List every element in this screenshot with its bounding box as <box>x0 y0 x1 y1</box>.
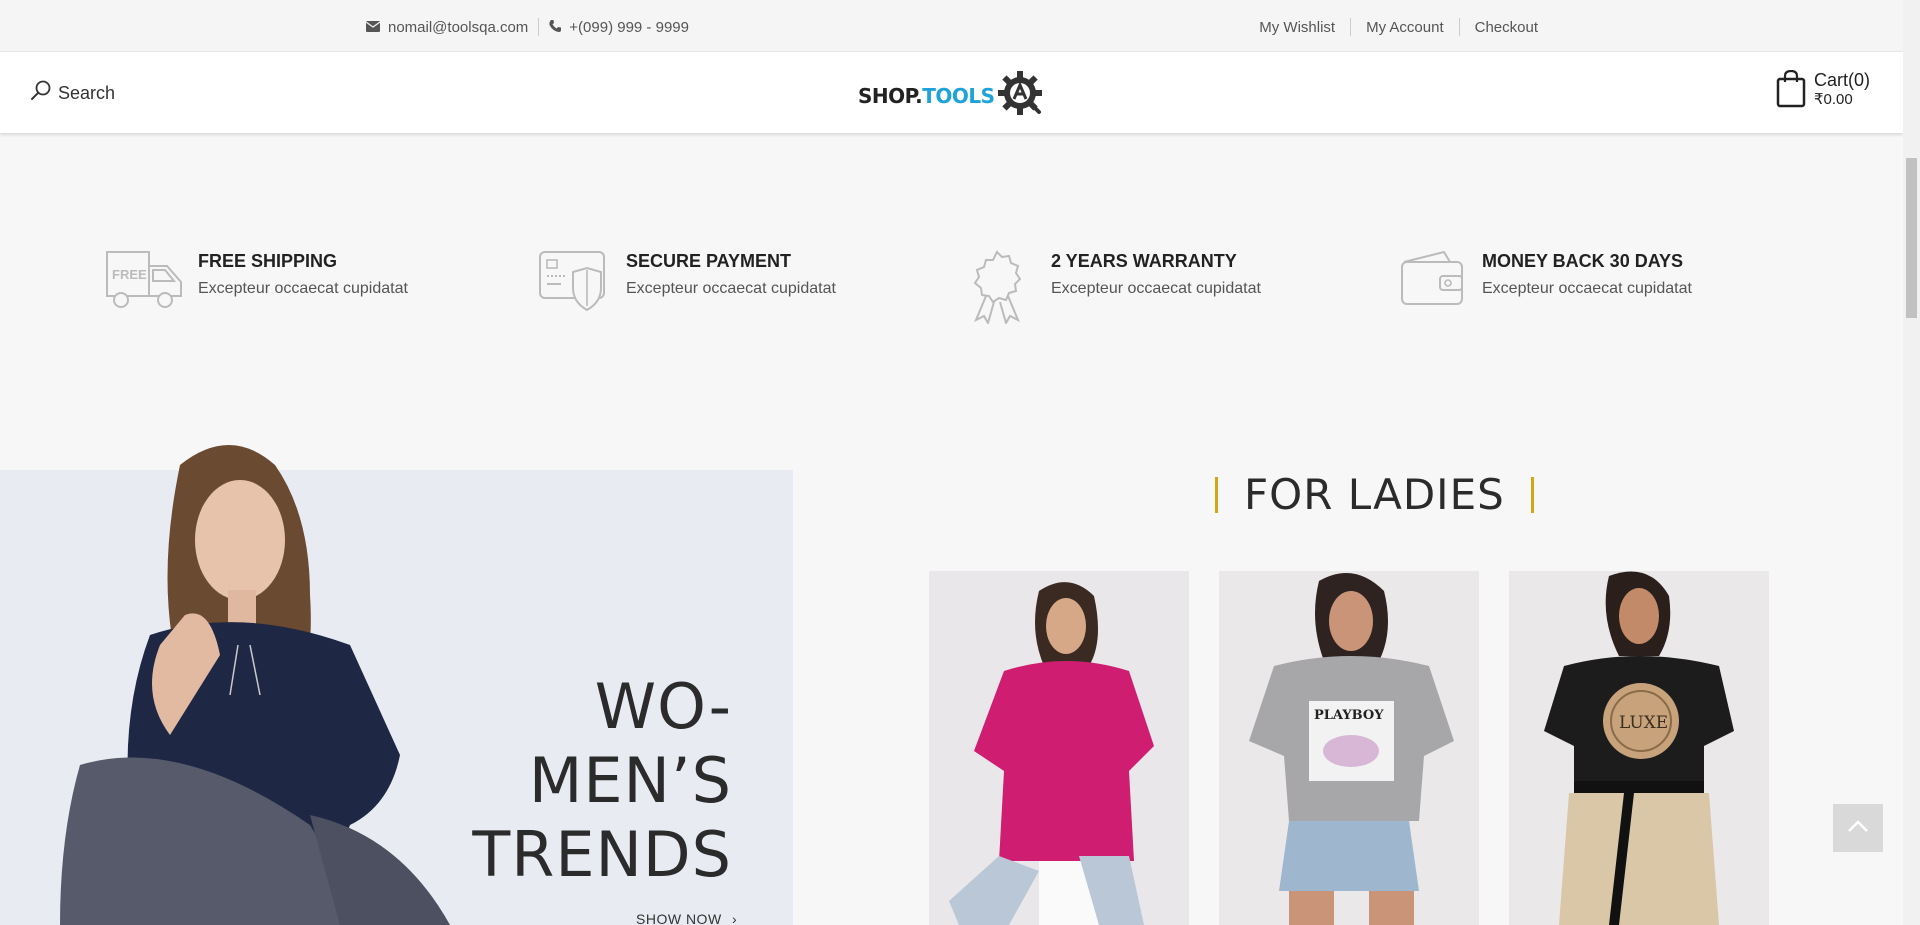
phone-text[interactable]: +(099) 999 - 9999 <box>569 19 689 36</box>
truck-icon: FREE <box>102 248 186 328</box>
tee-print-text: LUXE <box>1619 713 1668 733</box>
divider <box>538 18 540 36</box>
contact-info: nomail@toolsqa.com +(099) 999 - 9999 <box>365 18 689 36</box>
site-logo[interactable]: SHOP. TOOLS <box>858 70 1043 121</box>
section-title: FOR LADIES <box>1244 470 1505 519</box>
feature-desc: Excepteur occaecat cupidatat <box>1051 280 1261 297</box>
product-card-playboy-tee[interactable]: PLAYBOY <box>1219 571 1479 925</box>
trends-line-2: MEN’S <box>528 744 732 817</box>
scrollbar-thumb[interactable] <box>1906 158 1917 318</box>
feature-warranty: 2 YEARS WARRANTY Excepteur occaecat cupi… <box>955 248 1261 328</box>
free-badge: FREE <box>112 267 147 282</box>
shopping-bag-icon <box>1776 69 1806 113</box>
email-item: nomail@toolsqa.com <box>365 19 528 36</box>
email-text[interactable]: nomail@toolsqa.com <box>388 19 528 36</box>
logo-tools-text: TOOLS <box>922 83 995 108</box>
feature-desc: Excepteur occaecat cupidatat <box>198 280 408 297</box>
search-button[interactable]: Search <box>30 80 115 107</box>
cart-summary: Cart(0) ₹0.00 <box>1814 70 1870 110</box>
site-header: Search SHOP. TOOLS Cart(0) ₹0.00 <box>0 52 1903 133</box>
envelope-icon <box>365 19 381 36</box>
back-to-top-button[interactable] <box>1833 804 1883 852</box>
cart-button[interactable]: Cart(0) ₹0.00 <box>1776 69 1870 113</box>
wishlist-link[interactable]: My Wishlist <box>1244 19 1350 36</box>
phone-icon <box>549 19 562 36</box>
award-ribbon-icon <box>955 248 1039 328</box>
cart-total: ₹0.00 <box>1814 91 1853 108</box>
my-account-link[interactable]: My Account <box>1351 19 1459 36</box>
feature-title: MONEY BACK 30 DAYS <box>1482 251 1684 271</box>
feature-title: FREE SHIPPING <box>198 251 338 271</box>
feature-money-back: MONEY BACK 30 DAYS Excepteur occaecat cu… <box>1390 248 1692 328</box>
search-label: Search <box>58 83 116 103</box>
for-ladies-heading: FOR LADIES <box>1215 470 1534 519</box>
feature-free-shipping: FREE FREE SHIPPING Excepteur occaecat cu… <box>102 248 408 328</box>
feature-desc: Excepteur occaecat cupidatat <box>626 280 836 297</box>
cart-count: Cart(0) <box>1814 70 1871 90</box>
wallet-icon <box>1390 248 1474 328</box>
gear-logo-icon <box>997 70 1043 121</box>
account-links: My Wishlist My Account Checkout <box>1244 18 1538 36</box>
product-card-pink-tee[interactable] <box>929 571 1189 925</box>
womens-trends-heading: WO- MEN’S TRENDS <box>430 670 732 892</box>
show-now-link[interactable]: SHOW NOW › <box>636 911 737 925</box>
feature-desc: Excepteur occaecat cupidatat <box>1482 280 1692 297</box>
accent-bar-left <box>1215 476 1218 513</box>
page-scrollbar[interactable] <box>1903 0 1920 925</box>
tee-print-text: PLAYBOY <box>1314 708 1384 723</box>
feature-secure-payment: SECURE PAYMENT Excepteur occaecat cupida… <box>530 248 836 328</box>
chevron-right-icon: › <box>732 911 738 925</box>
trends-line-1: WO- <box>594 670 732 743</box>
card-shield-icon <box>530 248 614 328</box>
checkout-link[interactable]: Checkout <box>1460 19 1538 36</box>
accent-bar-right <box>1530 476 1534 513</box>
feature-title: 2 YEARS WARRANTY <box>1051 251 1237 271</box>
chevron-up-icon <box>1847 819 1869 838</box>
product-card-luxe-tee[interactable]: LUXE <box>1509 571 1769 925</box>
logo-shop-text: SHOP. <box>858 83 923 108</box>
feature-title: SECURE PAYMENT <box>626 251 792 271</box>
show-now-label: SHOW NOW <box>636 911 722 925</box>
trends-line-3: TRENDS <box>472 818 732 891</box>
search-icon <box>30 80 52 107</box>
phone-item: +(099) 999 - 9999 <box>549 19 689 36</box>
top-bar: nomail@toolsqa.com +(099) 999 - 9999 My … <box>0 0 1903 52</box>
